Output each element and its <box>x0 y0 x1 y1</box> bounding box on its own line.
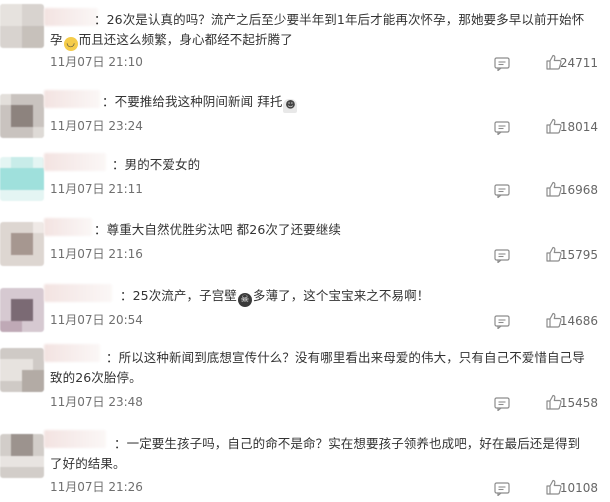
comment-text: ：25次流产，子宫壁 ☠ 多薄了，这个宝宝来之不易啊！ <box>120 288 430 307</box>
avatar[interactable] <box>0 94 44 138</box>
comment-text: ：男的不爱女的 <box>112 157 201 172</box>
reply-icon[interactable] <box>494 57 510 71</box>
comment-text: ：所以这种新闻到底想宣传什么？没有哪里看出来母爱的伟大，只有自己不爱惜自己导致的… <box>50 350 585 385</box>
comment-timestamp: 11月07日 21:11 <box>50 182 143 196</box>
like-count: 15795 <box>559 248 598 262</box>
reply-icon[interactable] <box>494 184 510 198</box>
like-count: 15458 <box>559 396 598 410</box>
laugh-cry-emoji-icon: ◡ <box>63 37 78 51</box>
comment-timestamp: 11月07日 23:24 <box>50 119 143 133</box>
comment-timestamp: 11月07日 21:26 <box>50 480 143 494</box>
comment-text: ：不要推给我这种阴间新闻 拜托 ☻ <box>102 94 298 113</box>
comment-timestamp: 11月07日 21:10 <box>50 55 143 69</box>
reply-icon[interactable] <box>494 249 510 263</box>
avatar[interactable] <box>0 434 44 478</box>
comment-text: ：尊重大自然优胜劣汰吧 都26次了还要继续 <box>94 222 341 237</box>
like-count: 14686 <box>559 314 598 328</box>
ghost-emoji-icon: ☻ <box>283 99 298 113</box>
comment-text: ：26次是认真的吗？流产之后至少要半年到1年后才能再次怀孕，那她要多早以前开始怀… <box>50 12 585 51</box>
comment-timestamp: 11月07日 20:54 <box>50 313 143 327</box>
avatar[interactable] <box>0 4 44 48</box>
like-count: 24711 <box>559 56 598 70</box>
like-count: 18014 <box>559 120 598 134</box>
reply-icon[interactable] <box>494 482 510 496</box>
comment-timestamp: 11月07日 23:48 <box>50 395 143 409</box>
like-count: 10108 <box>559 481 598 495</box>
skull-emoji-icon: ☠ <box>237 293 252 307</box>
avatar[interactable] <box>0 288 44 332</box>
comment-text: ：一定要生孩子吗，自己的命不是命？实在想要孩子领养也成吧，好在最后还是得到了好的… <box>50 436 581 471</box>
avatar[interactable] <box>0 222 44 266</box>
avatar[interactable] <box>0 157 44 201</box>
reply-icon[interactable] <box>494 315 510 329</box>
reply-icon[interactable] <box>494 397 510 411</box>
like-count: 16968 <box>559 183 598 197</box>
reply-icon[interactable] <box>494 121 510 135</box>
avatar[interactable] <box>0 348 44 392</box>
comment-timestamp: 11月07日 21:16 <box>50 247 143 261</box>
